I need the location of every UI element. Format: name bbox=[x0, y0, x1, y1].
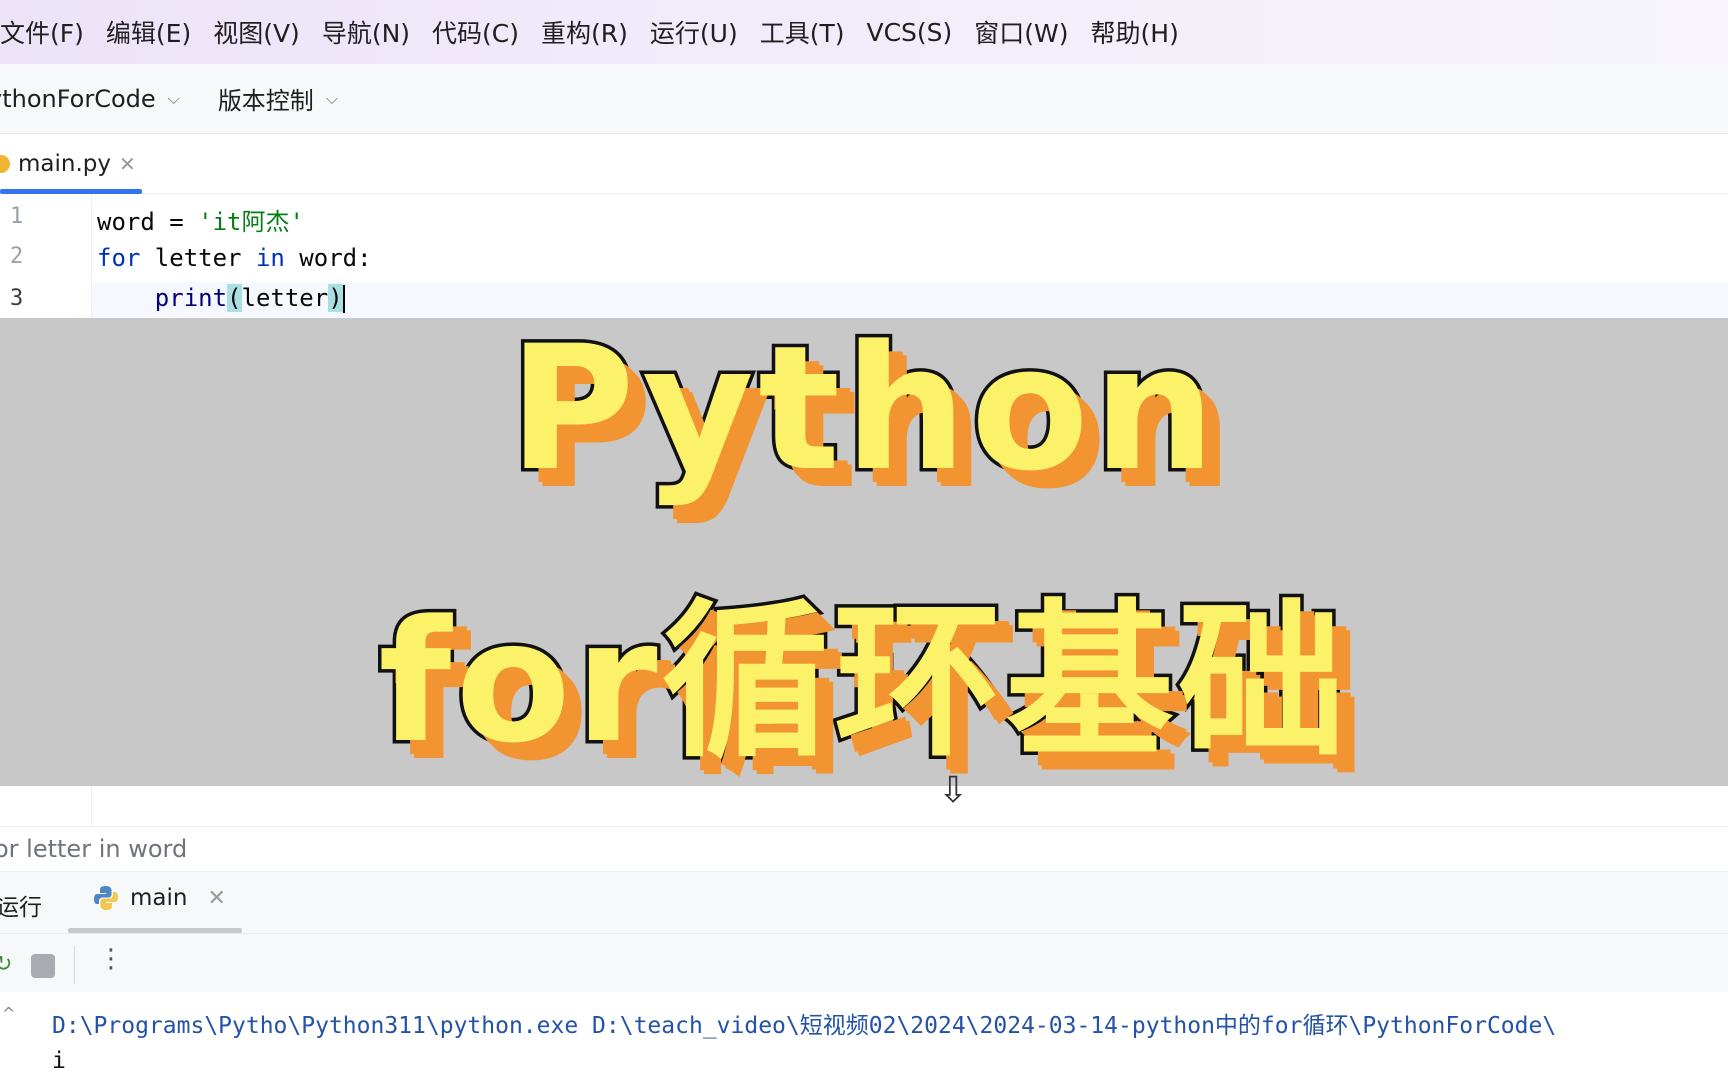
chevron-down-icon: ⌵ bbox=[325, 88, 338, 108]
console-output-line: i bbox=[52, 1048, 66, 1074]
run-tab-label: main bbox=[130, 885, 188, 911]
arrow-down-icon: ⇩ bbox=[938, 770, 969, 811]
breadcrumb: or letter in word bbox=[0, 826, 1728, 872]
line-number: 1 bbox=[10, 204, 24, 229]
title-line-1: Python bbox=[505, 305, 1220, 513]
scroll-up-icon[interactable]: ^ bbox=[2, 1004, 15, 1023]
more-options-icon[interactable]: ⋮ bbox=[98, 944, 124, 974]
menu-file[interactable]: 文件(F) bbox=[0, 14, 95, 50]
stop-icon[interactable] bbox=[31, 954, 55, 978]
code-text: word: bbox=[284, 244, 372, 272]
menu-edit[interactable]: 编辑(E) bbox=[95, 14, 202, 50]
menu-refactor[interactable]: 重构(R) bbox=[530, 14, 639, 50]
menu-view[interactable]: 视图(V) bbox=[202, 14, 311, 50]
menu-run[interactable]: 运行(U) bbox=[639, 14, 749, 50]
close-icon[interactable]: ✕ bbox=[207, 886, 225, 911]
breadcrumb-item[interactable]: or letter in word bbox=[0, 835, 187, 863]
string-literal: 'it阿杰' bbox=[198, 208, 304, 236]
chevron-down-icon: ⌵ bbox=[167, 88, 180, 108]
tab-main-py[interactable]: main.py ✕ bbox=[0, 134, 142, 194]
keyword-for: for bbox=[97, 244, 141, 272]
menu-window[interactable]: 窗口(W) bbox=[963, 14, 1079, 50]
code-text: letter bbox=[140, 244, 256, 272]
rerun-icon[interactable]: ↻ bbox=[0, 952, 12, 977]
close-icon[interactable]: ✕ bbox=[119, 152, 136, 176]
vcs-selector[interactable]: 版本控制 ⌵ bbox=[218, 81, 338, 116]
project-selector[interactable]: ythonForCode ⌵ bbox=[0, 85, 180, 113]
menu-vcs[interactable]: VCS(S) bbox=[855, 18, 963, 47]
run-panel-title: 运行 bbox=[0, 895, 42, 921]
project-name: ythonForCode bbox=[0, 84, 156, 113]
menu-tools[interactable]: 工具(T) bbox=[749, 14, 856, 50]
tab-label: main.py bbox=[18, 151, 111, 177]
code-text: word = bbox=[97, 208, 199, 236]
run-tab-main[interactable]: main ✕ bbox=[92, 884, 226, 912]
line-number: 2 bbox=[10, 244, 24, 269]
project-bar: ythonForCode ⌵ 版本控制 ⌵ bbox=[0, 64, 1728, 134]
console-output[interactable]: ^ D:\Programs\Pytho\Python311\python.exe… bbox=[0, 992, 1728, 1080]
menu-navigate[interactable]: 导航(N) bbox=[311, 14, 421, 50]
menu-code[interactable]: 代码(C) bbox=[421, 14, 530, 50]
run-panel: 运行 main ✕ ↻ ⋮ ^ D:\Programs\Pytho\Python… bbox=[0, 872, 1728, 1080]
vcs-label: 版本控制 bbox=[217, 87, 314, 115]
python-icon bbox=[94, 886, 118, 910]
console-command-line: D:\Programs\Pytho\Python311\python.exe D… bbox=[52, 1013, 1557, 1039]
run-tab-bar: 运行 main ✕ bbox=[0, 872, 1728, 934]
active-run-tab-indicator bbox=[68, 928, 242, 933]
title-line-2: for循环基础 bbox=[375, 581, 1350, 784]
menu-bar: 文件(F) 编辑(E) 视图(V) 导航(N) 代码(C) 重构(R) 运行(U… bbox=[0, 0, 1728, 64]
code-line-2[interactable]: for letter in word: bbox=[97, 244, 372, 272]
keyword-in: in bbox=[255, 244, 285, 272]
menu-help[interactable]: 帮助(H) bbox=[1080, 14, 1190, 50]
editor-tab-bar: main.py ✕ bbox=[0, 134, 1728, 194]
run-toolbar: ↻ ⋮ bbox=[0, 934, 1728, 992]
toolbar-divider bbox=[74, 946, 75, 984]
python-file-icon bbox=[0, 155, 10, 173]
code-line-1[interactable]: word = 'it阿杰' bbox=[97, 202, 304, 237]
